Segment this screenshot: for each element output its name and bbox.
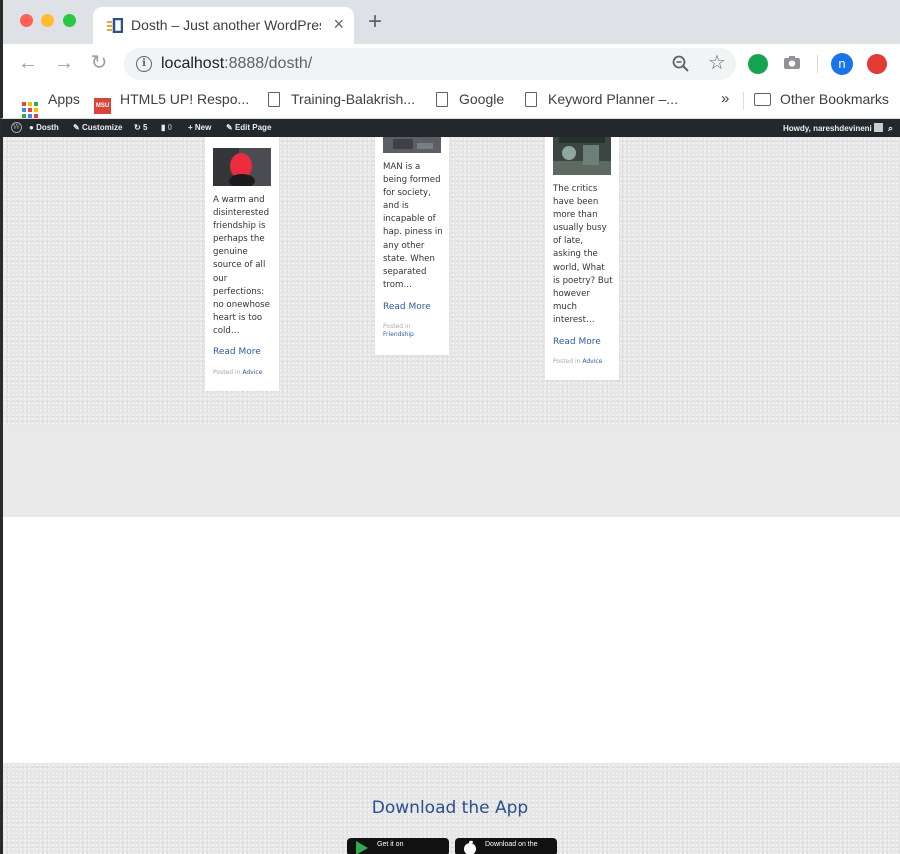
category-link[interactable]: Advice — [582, 358, 602, 365]
wp-customize-link[interactable]: ✎ Customize — [73, 123, 122, 133]
post-thumbnail[interactable] — [213, 148, 271, 186]
google-play-icon — [356, 841, 368, 854]
profile-avatar[interactable]: n — [831, 53, 853, 75]
address-bar[interactable]: i localhost:8888/dosth/ ☆ — [124, 48, 736, 80]
bookmark-training[interactable]: Training-Balakrish... — [268, 91, 415, 107]
wp-search-icon[interactable]: ⌕ — [888, 123, 893, 133]
post-excerpt: The critics have been more than usually … — [553, 184, 613, 325]
upload-extension-icon[interactable] — [867, 54, 887, 74]
user-avatar-icon — [874, 123, 883, 132]
browser-tab-active[interactable]: Dosth – Just another WordPress × — [93, 7, 354, 44]
page-icon — [268, 92, 280, 107]
wp-admin-bar: W ● Dosth ✎ Customize ↻ 5 ▮ 0 + New ✎ Ed… — [0, 119, 900, 137]
back-arrow-icon[interactable]: ← — [17, 52, 39, 74]
grammarly-extension-icon[interactable] — [748, 54, 768, 74]
post-excerpt: MAN is a being formed for society, and i… — [383, 162, 443, 290]
wp-updates-link[interactable]: ↻ 5 — [134, 123, 147, 133]
forward-arrow-icon[interactable]: → — [53, 52, 75, 74]
post-card: MAN is a being formed for society, and i… — [375, 137, 449, 355]
google-play-button[interactable]: Get it on — [347, 838, 449, 854]
close-window-icon[interactable] — [20, 14, 33, 27]
wordpress-logo-icon[interactable]: W — [11, 122, 22, 133]
post-meta: Posted in Advice — [553, 358, 603, 365]
tab-title: Dosth – Just another WordPress — [131, 17, 321, 33]
bookmarks-overflow-button[interactable]: » — [721, 91, 729, 107]
post-excerpt: A warm and disinterested friendship is p… — [213, 195, 270, 336]
wp-new-link[interactable]: + New — [188, 123, 211, 133]
post-meta: Posted in Friendship — [383, 323, 414, 338]
wp-howdy-account[interactable]: Howdy, nareshdevineni — [783, 123, 883, 134]
wp-comments-link[interactable]: ▮ 0 — [161, 123, 172, 133]
posts-section-background — [3, 137, 900, 425]
app-store-label: Download on the — [485, 841, 538, 848]
bookmark-other[interactable]: Other Bookmarks — [754, 91, 889, 107]
read-more-link[interactable]: Read More — [213, 347, 261, 357]
window-left-edge — [0, 137, 3, 854]
wp-edit-page-link[interactable]: ✎ Edit Page — [226, 123, 271, 133]
camera-extension-icon[interactable] — [782, 53, 802, 73]
tab-close-icon[interactable]: × — [333, 15, 344, 33]
bookmarks-separator — [743, 92, 744, 110]
new-tab-button[interactable]: + — [368, 10, 382, 34]
white-section — [3, 517, 900, 763]
post-card: The critics have been more than usually … — [545, 137, 619, 380]
post-thumbnail[interactable] — [383, 137, 441, 153]
bookmark-apps[interactable]: Apps — [22, 91, 80, 118]
gray-band — [3, 425, 900, 517]
site-info-icon[interactable]: i — [136, 56, 152, 72]
page-icon — [436, 92, 448, 107]
category-link[interactable]: Friendship — [383, 331, 414, 338]
read-more-link[interactable]: Read More — [553, 337, 601, 347]
browser-tab-strip: Dosth – Just another WordPress × + — [0, 0, 900, 44]
apple-logo-icon — [464, 840, 476, 854]
minimize-window-icon[interactable] — [41, 14, 54, 27]
url-text: localhost:8888/dosth/ — [161, 55, 313, 72]
site-favicon-icon — [107, 18, 123, 33]
read-more-link[interactable]: Read More — [383, 302, 431, 312]
wp-site-link[interactable]: ● Dosth — [29, 123, 59, 133]
app-store-button[interactable]: Download on the — [455, 838, 557, 854]
reload-icon[interactable]: ↻ — [88, 52, 110, 74]
toolbar-separator — [817, 55, 818, 73]
folder-icon — [754, 93, 771, 106]
maximize-window-icon[interactable] — [63, 14, 76, 27]
zoom-icon[interactable] — [672, 55, 690, 73]
page-icon — [525, 92, 537, 107]
post-meta: Posted in Advice — [213, 369, 263, 376]
post-thumbnail[interactable] — [553, 137, 611, 175]
bookmark-star-icon[interactable]: ☆ — [708, 52, 726, 74]
bookmarks-bar: Apps MSU HTML5 UP! Respo... Training-Bala… — [0, 84, 900, 119]
bookmark-html5up[interactable]: MSU HTML5 UP! Respo... — [94, 91, 249, 114]
download-app-heading: Download the App — [371, 798, 529, 818]
category-link[interactable]: Advice — [242, 369, 262, 376]
bookmark-keyword-planner[interactable]: Keyword Planner –... — [525, 91, 678, 107]
post-card: A warm and disinterested friendship is p… — [205, 137, 279, 391]
msu-logo-icon: MSU — [94, 98, 111, 114]
google-play-label: Get it on — [377, 841, 404, 848]
bookmark-google[interactable]: Google — [436, 91, 504, 107]
apps-grid-icon — [22, 102, 38, 118]
